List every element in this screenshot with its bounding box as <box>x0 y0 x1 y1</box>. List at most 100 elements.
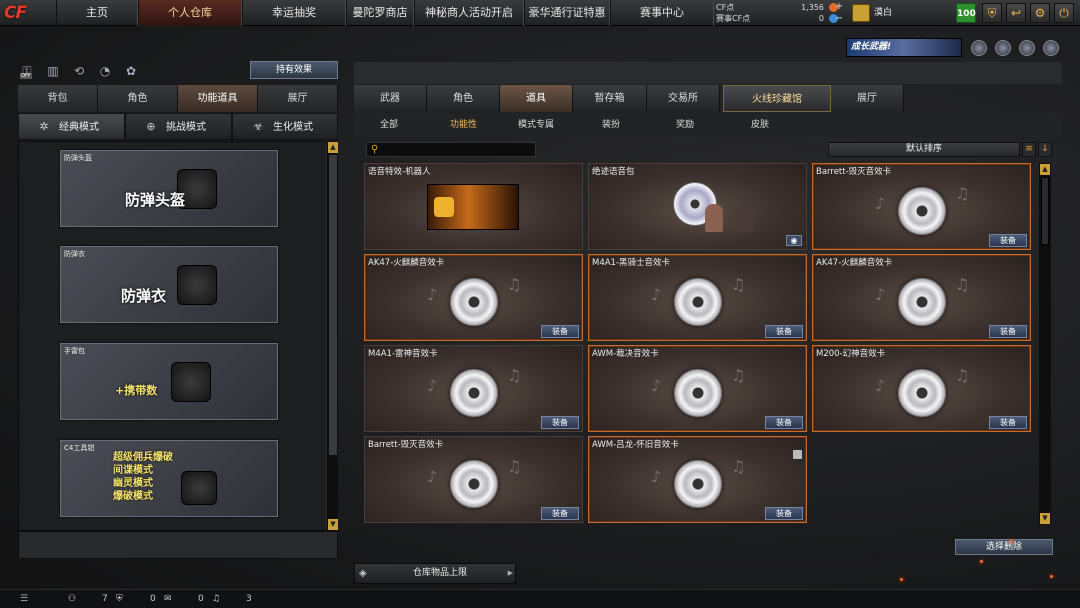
subtab-rewards[interactable]: 奖励 <box>676 113 694 137</box>
equip-button[interactable]: 装备 <box>989 325 1027 338</box>
scroll-up-icon[interactable]: ▲ <box>328 142 338 153</box>
username[interactable]: 漠白 <box>874 0 892 26</box>
nav-luxury-pass[interactable]: 豪华通行证特惠 <box>524 0 610 26</box>
tab-weapons[interactable]: 武器 <box>354 85 427 112</box>
tab-items[interactable]: 道具 <box>500 85 573 112</box>
equip-button[interactable]: 装备 <box>541 416 579 429</box>
item-card[interactable]: AK47-火麒麟音效卡 ♪ ♫ 装备 <box>364 254 583 341</box>
add-cf-button[interactable]: + <box>834 1 844 12</box>
tab-backpack[interactable]: 背包 <box>18 85 98 112</box>
subtab-all[interactable]: 全部 <box>380 113 398 137</box>
tab-showroom[interactable]: 展厅 <box>258 85 338 112</box>
tab-storage-box[interactable]: 暂存箱 <box>573 85 647 112</box>
info-icon[interactable]: ◉ <box>786 235 802 246</box>
item-grid-scrollbar[interactable]: ▲ ▼ <box>1039 163 1051 525</box>
medal-icon-1[interactable] <box>971 40 987 56</box>
equip-button[interactable]: 装备 <box>541 507 579 520</box>
item-title: AK47-火麒麟音效卡 <box>368 258 445 268</box>
tab-character[interactable]: 角色 <box>427 85 500 112</box>
stats-icon[interactable]: ▥ <box>44 62 62 80</box>
volume-icon[interactable]: ♫ <box>212 590 220 608</box>
item-card[interactable]: Barrett-毁灭音效卡 ♪ ♫ 装备 <box>812 163 1031 250</box>
subtab-dress-up[interactable]: 装扮 <box>602 113 620 137</box>
tab-collection-hall[interactable]: 火线珍藏馆 <box>723 85 831 112</box>
scroll-up-icon[interactable]: ▲ <box>1040 164 1050 175</box>
bag-icon[interactable]: ⚇ <box>68 590 76 608</box>
nav-personal-warehouse[interactable]: 个人仓库 <box>138 0 242 26</box>
music-note-icon: ♫ <box>731 366 746 385</box>
bag-icon[interactable]: ✿ <box>122 62 140 80</box>
tab-function-items[interactable]: 功能道具 <box>178 85 258 112</box>
chat-icon[interactable]: ✉ <box>164 590 172 608</box>
item-card[interactable]: AWM-裁决音效卡 ♪ ♫ 装备 <box>588 345 807 432</box>
tab-showroom[interactable]: 展厅 <box>831 85 904 112</box>
subtab-skins[interactable]: 皮肤 <box>751 113 769 137</box>
equip-button[interactable]: 装备 <box>765 416 803 429</box>
list-view-icon[interactable]: ≡ <box>1022 142 1036 157</box>
refresh-icon[interactable]: ⟲ <box>70 62 88 80</box>
item-card[interactable]: 绝迹语音包 ◉ <box>588 163 807 250</box>
sound-disc-icon <box>449 368 498 417</box>
menu-list-icon[interactable]: ☰ <box>20 590 28 608</box>
item-card-helmet[interactable]: 防弹头盔 防弹头盔 <box>60 150 278 227</box>
select-delete-button[interactable]: 选择删除 <box>955 539 1053 555</box>
item-card-body-armor[interactable]: 防弹衣 防弹衣 <box>60 246 278 323</box>
subtab-functional[interactable]: 功能性 <box>450 113 477 137</box>
tab-exchange[interactable]: 交易所 <box>647 85 720 112</box>
equip-button[interactable]: 装备 <box>765 507 803 520</box>
right-category-tabs: 武器 角色 道具 暂存箱 交易所 火线珍藏馆 展厅 <box>354 85 904 112</box>
scroll-down-icon[interactable]: ▼ <box>328 519 338 530</box>
shield-icon[interactable]: ⛨ <box>982 3 1002 23</box>
rank-badge-icon[interactable] <box>852 4 870 22</box>
search-input[interactable]: ⚲ <box>366 142 536 157</box>
equip-button[interactable]: 装备 <box>541 325 579 338</box>
item-card[interactable]: AK47-火麒麟音效卡 ♪ ♫ 装备 <box>812 254 1031 341</box>
equip-button[interactable]: 装备 <box>765 325 803 338</box>
nav-lucky-draw[interactable]: 幸运抽奖 <box>242 0 346 26</box>
level-badge[interactable]: 100 <box>956 3 976 23</box>
trash-icon[interactable] <box>793 450 802 459</box>
shield-icon[interactable]: ⛨ <box>116 590 123 608</box>
power-icon[interactable]: ⏻ <box>1054 3 1074 23</box>
nav-home[interactable]: 主页 <box>56 0 138 26</box>
item-card[interactable]: M4A1-黑骑士音效卡 ♪ ♫ 装备 <box>588 254 807 341</box>
scroll-thumb[interactable] <box>329 155 337 455</box>
nav-mystery-merchant[interactable]: 神秘商人活动开启 <box>414 0 524 26</box>
subtab-mode-exclusive[interactable]: 模式专属 <box>518 113 554 137</box>
scroll-thumb[interactable] <box>1041 177 1049 245</box>
exchange-cf-button[interactable]: − <box>834 13 844 24</box>
left-scrollbar[interactable]: ▲ ▼ <box>326 141 338 531</box>
item-card[interactable]: Barrett-毁灭音效卡 ♪ ♫ 装备 <box>364 436 583 523</box>
mode-challenge[interactable]: ⊕ 挑战模式 <box>125 113 232 140</box>
item-card[interactable]: 语音特效-机器人 <box>364 163 583 250</box>
back-arrow-icon[interactable]: ↩ <box>1006 3 1026 23</box>
medal-icon-4[interactable] <box>1043 40 1059 56</box>
mode-zombie[interactable]: ☣ 生化模式 <box>232 113 338 140</box>
card-title: 防弹头盔 <box>125 191 186 209</box>
item-title: M4A1-黑骑士音效卡 <box>592 258 671 268</box>
gear-icon[interactable]: ⚙ <box>1030 3 1050 23</box>
warehouse-capacity-bar[interactable]: ◈ 仓库物品上限 ▶ <box>354 563 516 584</box>
growth-weapon-banner[interactable]: 成长武器! <box>846 38 962 57</box>
item-card[interactable]: M200-幻神音效卡 ♪ ♫ 装备 <box>812 345 1031 432</box>
mode-classic[interactable]: ✲ 经典模式 <box>18 113 125 140</box>
scroll-down-icon[interactable]: ▼ <box>1040 513 1050 524</box>
sort-dropdown[interactable]: 默认排序 <box>828 142 1020 157</box>
nav-mandala-shop[interactable]: 曼陀罗商店 <box>346 0 414 26</box>
tab-character[interactable]: 角色 <box>98 85 178 112</box>
item-card-grenade-pack[interactable]: 手雷包 +携带数 <box>60 343 278 420</box>
item-card-c4-pliers[interactable]: C4工具钳 超级佣兵爆破 间谍模式 幽灵模式 爆破模式 <box>60 440 278 517</box>
medal-icon-2[interactable] <box>995 40 1011 56</box>
holding-effect-button[interactable]: 持有效果 <box>250 61 338 79</box>
sort-arrow-icon[interactable]: ↓ <box>1038 142 1052 157</box>
medal-icon-3[interactable] <box>1019 40 1035 56</box>
item-card[interactable]: AWM-吕龙-怀旧音效卡 ♪ ♫ 装备 <box>588 436 807 523</box>
pie-chart-icon[interactable]: ◔ <box>96 62 114 80</box>
cf-logo[interactable]: CF <box>4 1 52 25</box>
equip-button[interactable]: 装备 <box>989 416 1027 429</box>
robot-voice-icon <box>427 184 519 230</box>
mode-line: 爆破模式 <box>113 491 153 502</box>
equip-button[interactable]: 装备 <box>989 234 1027 247</box>
item-card[interactable]: M4A1-雷神音效卡 ♪ ♫ 装备 <box>364 345 583 432</box>
nav-event-center[interactable]: 赛事中心 <box>610 0 714 26</box>
